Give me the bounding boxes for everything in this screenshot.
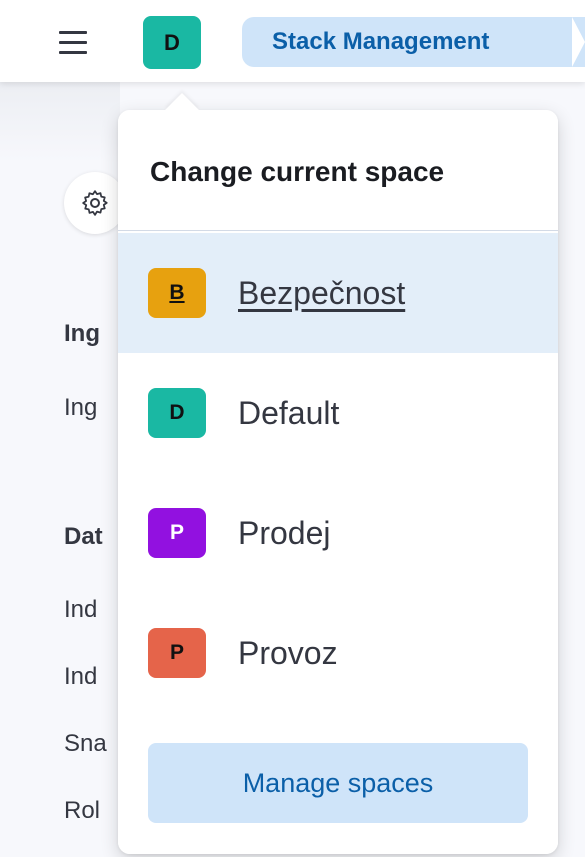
space-label: Provoz <box>238 634 338 671</box>
space-option-prodej[interactable]: P Prodej <box>118 473 558 593</box>
space-option-bezpecnost[interactable]: B Bezpečnost <box>118 233 558 353</box>
nav-item-data-4[interactable]: Rol <box>64 797 100 825</box>
top-header: D Stack Management <box>0 0 585 82</box>
nav-item-data-1[interactable]: Ind <box>64 596 97 624</box>
popover-divider <box>118 230 558 231</box>
nav-item-ingest[interactable]: Ing <box>64 394 97 422</box>
space-avatar: B <box>148 268 206 318</box>
space-label: Bezpečnost <box>238 274 406 311</box>
gear-icon <box>82 190 108 216</box>
manage-spaces-button[interactable]: Manage spaces <box>148 743 528 823</box>
space-option-default[interactable]: D Default <box>118 353 558 473</box>
nav-heading-data: Dat <box>64 523 103 550</box>
breadcrumb-separator <box>572 17 585 67</box>
breadcrumb-stack-management[interactable]: Stack Management <box>242 17 585 67</box>
space-avatar: P <box>148 508 206 558</box>
space-avatar: D <box>148 388 206 438</box>
current-space-avatar[interactable]: D <box>143 16 201 69</box>
space-option-provoz[interactable]: P Provoz <box>118 593 558 713</box>
space-avatar: P <box>148 628 206 678</box>
nav-heading-ingest: Ing <box>64 320 100 347</box>
space-label: Prodej <box>238 514 331 551</box>
space-selector-popover: Change current space B Bezpečnost D Defa… <box>118 93 558 854</box>
hamburger-menu-icon[interactable] <box>50 22 96 62</box>
nav-item-data-2[interactable]: Ind <box>64 663 97 691</box>
management-gear-button[interactable] <box>64 172 126 234</box>
space-label: Default <box>238 394 340 431</box>
side-nav-shade <box>0 82 120 162</box>
nav-item-data-3[interactable]: Sna <box>64 730 107 758</box>
popover-title: Change current space <box>150 156 445 187</box>
